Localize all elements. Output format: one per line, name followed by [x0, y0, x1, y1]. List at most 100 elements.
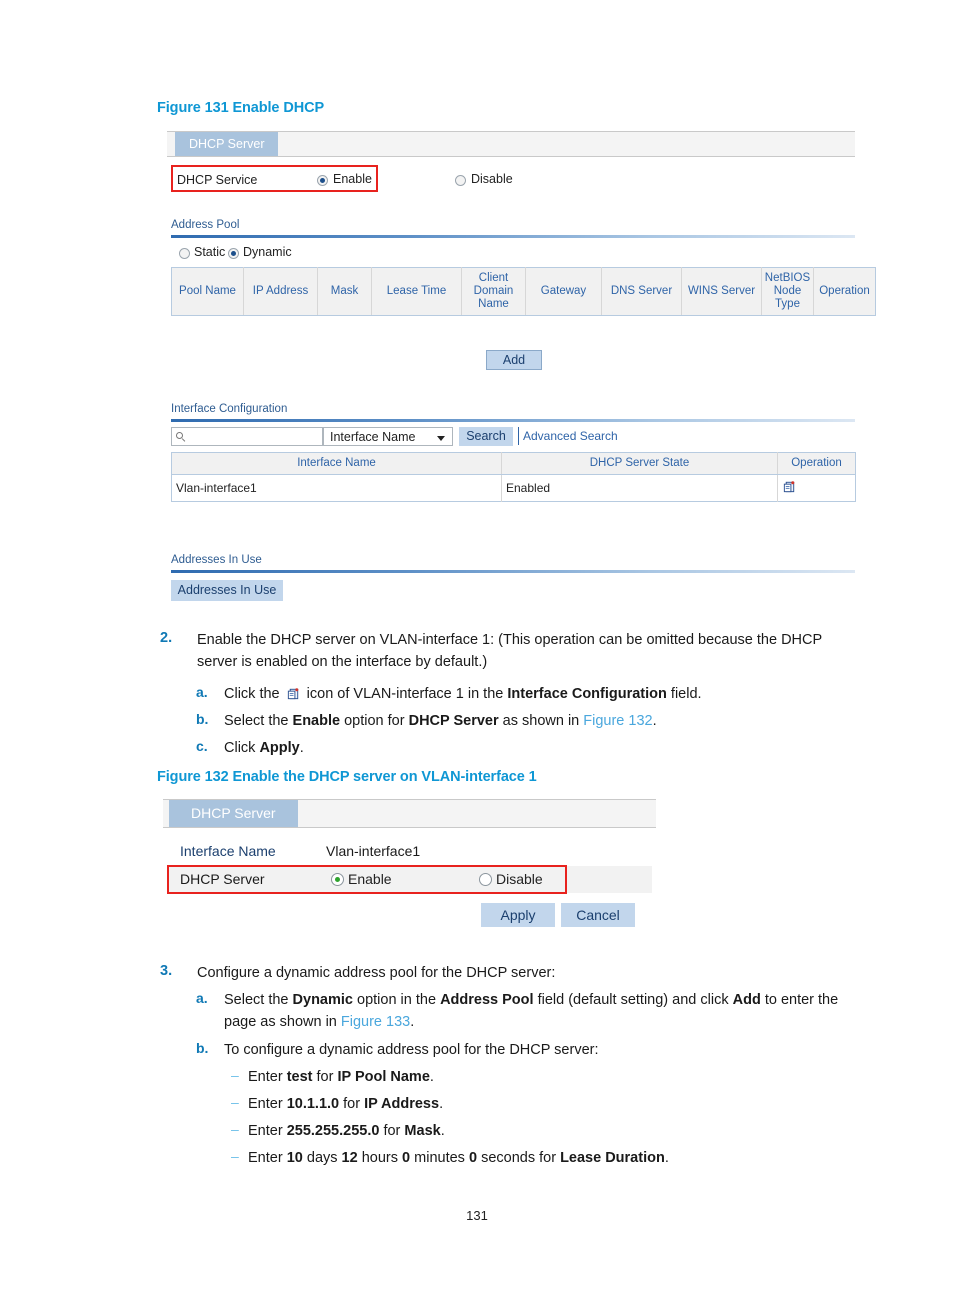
interface-configuration-section-label: Interface Configuration	[171, 403, 288, 415]
bullet-3-part-2: for	[383, 1123, 401, 1139]
bullet-dash-2: –	[231, 1094, 239, 1110]
dhcp-service-disable-label: Disable	[471, 172, 513, 186]
step-2b-part-4: .	[652, 713, 657, 729]
bullet-2-part-1: Enter	[248, 1096, 283, 1112]
figure-132-link[interactable]: Figure 132	[583, 713, 652, 729]
figure-131-title: Figure 131 Enable DHCP	[157, 100, 325, 116]
cell-interface-name: Vlan-interface1	[176, 481, 257, 495]
step-2a-part-1: Click the	[224, 686, 280, 702]
advanced-search-link[interactable]: Advanced Search	[523, 429, 618, 443]
step-2a-part-2: icon of VLAN-interface 1 in the	[306, 686, 504, 702]
figure-131-tabbar: DHCP Server	[167, 131, 855, 157]
dhcp-service-disable-radio[interactable]	[455, 175, 466, 186]
bullet-1: Enter test for IP Pool Name.	[248, 1067, 434, 1088]
step-3a-part-3: field (default setting) and click	[537, 992, 729, 1008]
step-2-number: 2.	[160, 630, 173, 646]
step-3a-bold-1: Dynamic	[292, 992, 353, 1008]
bullet-3-part-1: Enter	[248, 1123, 283, 1139]
pool-dynamic-radio[interactable]	[228, 248, 239, 259]
chevron-down-icon	[437, 436, 445, 441]
cancel-button[interactable]: Cancel	[561, 903, 635, 927]
step-2c-part-2: .	[299, 740, 304, 756]
addresses-in-use-button[interactable]: Addresses In Use	[171, 580, 283, 601]
bullet-1-part-2: for	[316, 1069, 334, 1085]
bullet-2-bold-2: IP Address	[364, 1096, 440, 1112]
search-divider	[518, 427, 519, 445]
dhcp-server-enable-radio[interactable]	[331, 873, 344, 886]
bullet-4-part-2: days	[306, 1150, 338, 1166]
step-3a-text-line-2: page as shown in Figure 133.	[224, 1012, 414, 1033]
step-2-line-2: server is enabled on the interface by de…	[197, 654, 488, 670]
step-3a-bold-3: Add	[732, 992, 761, 1008]
step-3a-text-line-1: Select the Dynamic option in the Address…	[224, 990, 838, 1011]
dhcp-server-disable-label: Disable	[496, 871, 543, 887]
step-3-number: 3.	[160, 963, 173, 979]
interface-configuration-rule	[171, 419, 855, 422]
addresses-in-use-rule	[171, 570, 855, 573]
bullet-2-part-2: for	[343, 1096, 361, 1112]
search-icon	[176, 432, 183, 439]
table-row[interactable]: Vlan-interface1 Enabled	[172, 474, 856, 502]
col-gateway: Gateway	[525, 267, 602, 316]
apply-button[interactable]: Apply	[481, 903, 555, 927]
pool-static-label: Static	[194, 245, 226, 259]
col-dns-server: DNS Server	[601, 267, 682, 316]
step-2c-number: c.	[196, 738, 208, 754]
search-field-select-value: Interface Name	[330, 430, 416, 444]
step-3-text: Configure a dynamic address pool for the…	[197, 965, 556, 981]
figure-132-tabbar: DHCP Server	[163, 799, 656, 828]
bullet-4-bold-2: 12	[341, 1150, 358, 1166]
col-iface-operation: Operation	[777, 452, 856, 475]
bullet-4-bold-5: Lease Duration	[560, 1150, 665, 1166]
col-ip-address: IP Address	[243, 267, 318, 316]
step-3a-part-4: to enter the	[764, 992, 839, 1008]
bullet-dash-3: –	[231, 1121, 239, 1137]
bullet-2-part-3: .	[439, 1096, 444, 1112]
tab-dhcp-server[interactable]: DHCP Server	[175, 132, 279, 156]
bullet-2: Enter 10.1.1.0 for IP Address.	[248, 1094, 443, 1115]
dhcp-server-label: DHCP Server	[180, 871, 265, 887]
bullet-4-bold-4: 0	[468, 1150, 478, 1166]
pool-static-radio[interactable]	[179, 248, 190, 259]
bullet-dash-4: –	[231, 1148, 239, 1164]
bullet-2-bold-1: 10.1.1.0	[286, 1096, 340, 1112]
address-pool-table: Pool Name IP Address Mask Lease Time Cli…	[171, 267, 876, 316]
step-3a-number: a.	[196, 990, 208, 1006]
step-3a-line2-part-2: .	[410, 1014, 415, 1030]
step-3b-number: b.	[196, 1040, 209, 1056]
search-input[interactable]	[171, 427, 323, 446]
figure-133-link[interactable]: Figure 133	[341, 1014, 410, 1030]
bullet-1-bold-2: IP Pool Name	[337, 1069, 430, 1085]
search-button[interactable]: Search	[459, 427, 513, 446]
step-2b-bold-1: Enable	[292, 713, 341, 729]
step-2-line-1: Enable the DHCP server on VLAN-interface…	[197, 632, 823, 648]
search-field-select[interactable]: Interface Name	[323, 427, 453, 446]
step-2a-number: a.	[196, 684, 208, 700]
address-pool-rule	[171, 235, 855, 238]
dhcp-service-enable-label: Enable	[333, 172, 372, 186]
tab-dhcp-server-132[interactable]: DHCP Server	[169, 800, 298, 827]
bullet-4-bold-1: 10	[286, 1150, 303, 1166]
interface-table: Interface Name DHCP Server State Operati…	[171, 452, 856, 502]
col-wins-server: WINS Server	[681, 267, 762, 316]
figure-132-title: Figure 132 Enable the DHCP server on VLA…	[157, 769, 537, 785]
col-client-domain-name: Client Domain Name	[461, 267, 526, 316]
step-2c-text: Click Apply.	[224, 738, 304, 759]
col-netbios-node-type: NetBIOS Node Type	[761, 267, 814, 316]
bullet-3-bold-2: Mask	[404, 1123, 441, 1139]
cell-operation	[777, 474, 856, 502]
bullet-4: Enter 10 days 12 hours 0 minutes 0 secon…	[248, 1148, 669, 1169]
dhcp-server-disable-radio[interactable]	[479, 873, 492, 886]
edit-page-icon[interactable]	[782, 479, 797, 497]
interface-name-label: Interface Name	[180, 843, 276, 859]
step-2a-part-3: field.	[670, 686, 702, 702]
step-2a-text: Click the icon of VLAN-interface 1 in th…	[224, 684, 702, 708]
bullet-3-bold-1: 255.255.255.0	[286, 1123, 380, 1139]
address-pool-header-row: Pool Name IP Address Mask Lease Time Cli…	[171, 267, 876, 316]
add-button[interactable]: Add	[486, 350, 542, 370]
bullet-4-bold-3: 0	[402, 1150, 411, 1166]
bullet-4-part-1: Enter	[248, 1150, 283, 1166]
dhcp-service-enable-radio[interactable]	[317, 175, 328, 186]
col-interface-name: Interface Name	[171, 452, 502, 475]
addresses-in-use-section-label: Addresses In Use	[171, 554, 262, 566]
